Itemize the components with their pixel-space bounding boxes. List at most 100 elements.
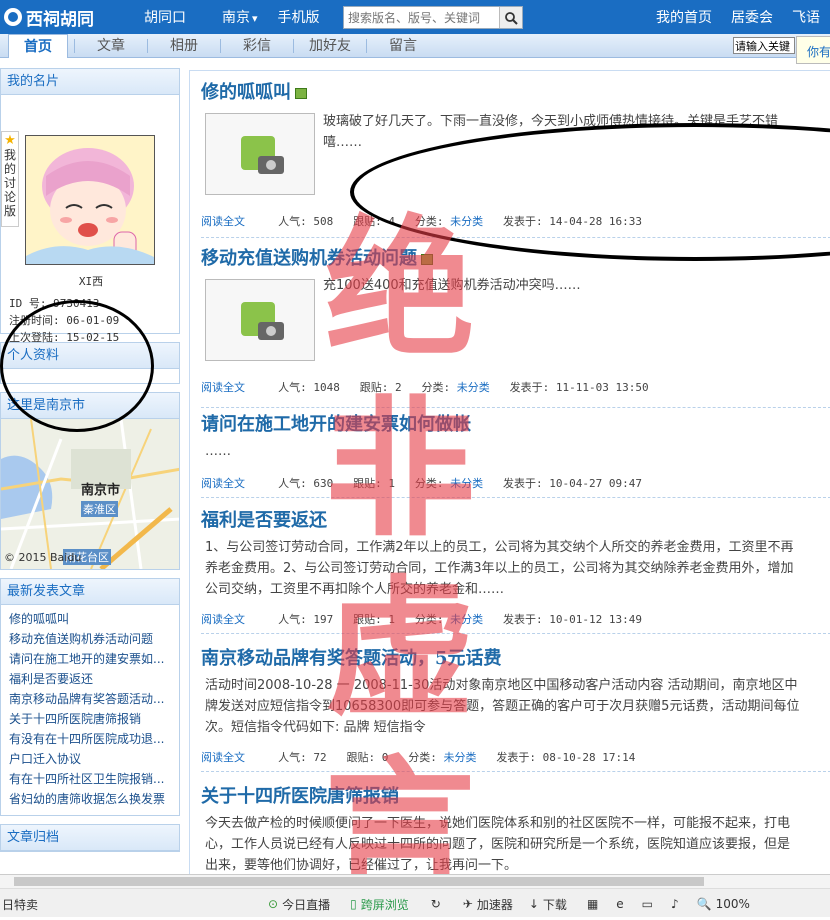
status-live[interactable]: 今日直播 (282, 896, 330, 913)
recent-post-link[interactable]: 关于十四所医院唐筛报销 (9, 709, 173, 729)
download-icon: ↓ (528, 897, 539, 911)
divider (201, 633, 830, 634)
recent-post-link[interactable]: 南京移动品牌有奖答题活动... (9, 689, 173, 709)
archive-section: 文章归档 (0, 824, 180, 852)
search-icon (505, 11, 518, 25)
status-download[interactable]: 下载 (543, 896, 567, 913)
status-promo[interactable]: 日特卖 (2, 896, 38, 913)
tab-mms[interactable]: 彩信 (227, 34, 287, 58)
city-map[interactable]: 南京市 秦淮区 雨花台区 © 2015 Baidu (1, 419, 179, 569)
camera-icon (258, 322, 284, 340)
username: XI西 (78, 275, 104, 288)
archive-title[interactable]: 文章归档 (1, 825, 179, 851)
read-more-link[interactable]: 阅读全文 (201, 751, 245, 764)
article-meta: 阅读全文 人气: 1048 跟贴: 2 分类: 未分类 发表于: 11-11-0… (201, 379, 649, 395)
views-count: 人气: 72 (278, 751, 327, 764)
refresh-icon[interactable]: ↻ (431, 897, 441, 911)
star-icon: ★ (4, 133, 16, 148)
recent-post-link[interactable]: 省妇幼的唐筛收据怎么换发票 (9, 789, 173, 809)
search-input[interactable] (344, 7, 499, 28)
tab-divider (147, 38, 148, 53)
article-title[interactable]: 关于十四所医院唐筛报销 (201, 783, 830, 811)
post-date: 发表于: 08-10-28 17:14 (496, 751, 636, 764)
excerpt-line: 次。短信指令代码如下: 品牌 短信指令 (205, 720, 426, 735)
tab-divider (220, 38, 221, 53)
article-thumbnail[interactable] (205, 113, 315, 195)
recent-post-link[interactable]: 请问在施工地开的建安票如... (9, 649, 173, 669)
notification-tooltip[interactable]: 你有 (796, 36, 830, 64)
category-link[interactable]: 未分类 (457, 381, 490, 394)
article-title[interactable]: 修的呱呱叫 (201, 79, 830, 107)
tab-search-input[interactable]: 请输入关键 (733, 37, 795, 54)
category-label: 分类: (414, 477, 444, 490)
read-more-link[interactable]: 阅读全文 (201, 477, 245, 490)
recent-post-link[interactable]: 福利是否要返还 (9, 669, 173, 689)
divider (201, 497, 830, 498)
recent-post-link[interactable]: 有在十四所社区卫生院报销... (9, 769, 173, 789)
window-icon[interactable]: ▭ (642, 897, 653, 911)
category-link[interactable]: 未分类 (444, 751, 477, 764)
article-title[interactable]: 请问在施工地开的建安票如何做帐 (201, 411, 830, 439)
tab-home[interactable]: 首页 (8, 33, 68, 58)
profile-card-title: 我的名片 (1, 69, 179, 95)
article-title-text: 移动充值送购机券活动问题 (201, 248, 417, 269)
live-icon: ⊙ (268, 897, 279, 911)
recent-post-link[interactable]: 户口迁入协议 (9, 749, 173, 769)
recent-posts-title: 最新发表文章 (1, 579, 179, 605)
post-date: 发表于: 11-11-03 13:50 (509, 381, 649, 394)
article-list: 修的呱呱叫 玻璃破了好几天了。下雨一直没修，今天到小成师傅热情接待。关键是手艺不… (189, 70, 830, 874)
site-logo[interactable]: 西祠胡同 (0, 0, 130, 34)
horizontal-scrollbar[interactable] (0, 875, 830, 889)
article-excerpt: 今天去做产检的时候顺便问了一下医生，说她们医院体系和别的社区医院不一样，可能报不… (205, 813, 790, 874)
link-messages[interactable]: 飞语 (792, 7, 820, 27)
avatar[interactable] (25, 135, 155, 265)
article-item: 福利是否要返还 1、与公司签订劳动合同，工作满2年以上的员工，公司将为其交纳个人… (190, 507, 830, 637)
read-more-link[interactable]: 阅读全文 (201, 381, 245, 394)
tab-articles[interactable]: 文章 (81, 34, 141, 58)
category-label: 分类: (421, 381, 451, 394)
article-thumbnail[interactable] (205, 279, 315, 361)
nav-city[interactable]: 南京 ▾ (222, 7, 258, 27)
my-boards-tab[interactable]: ★ 我的讨论版 (1, 131, 19, 227)
status-cross-screen[interactable]: 跨屏浏览 (361, 896, 409, 913)
replies-count: 跟贴: 1 (353, 613, 395, 626)
nav-hutongkou[interactable]: 胡同口 (144, 7, 186, 27)
sound-icon[interactable]: ♪ (671, 897, 679, 911)
read-more-link[interactable]: 阅读全文 (201, 215, 245, 228)
article-excerpt: 活动时间2008-10-28 一 2008-11-30活动对象南京地区中国移动客… (205, 675, 799, 738)
recent-post-link[interactable]: 移动充值送购机券活动问题 (9, 629, 173, 649)
ie-icon[interactable]: e (616, 897, 623, 911)
article-title-text: 福利是否要返还 (201, 510, 327, 531)
nav-mobile[interactable]: 手机版 (278, 7, 320, 27)
browser-status-bar: 日特卖 ⊙ 今日直播 ▯ 跨屏浏览 ↻ ✈ 加速器 ↓ 下载 ▦ e ▭ ♪ 🔍… (0, 874, 830, 917)
image-icon (421, 253, 433, 265)
tab-album[interactable]: 相册 (154, 34, 214, 58)
excerpt-line: …… (205, 444, 231, 459)
article-title-text: 修的呱呱叫 (201, 82, 291, 103)
grid-icon[interactable]: ▦ (587, 897, 598, 911)
views-count: 人气: 1048 (278, 381, 340, 394)
tab-add-friend[interactable]: 加好友 (300, 34, 360, 58)
avatar-illustration (26, 136, 154, 264)
category-label: 分类: (414, 613, 444, 626)
tab-guestbook[interactable]: 留言 (373, 34, 433, 58)
link-community[interactable]: 居委会 (731, 7, 773, 27)
link-my-home[interactable]: 我的首页 (656, 7, 712, 27)
recent-post-link[interactable]: 修的呱呱叫 (9, 609, 173, 629)
category-link[interactable]: 未分类 (450, 477, 483, 490)
recent-post-link[interactable]: 有没有在十四所医院成功退... (9, 729, 173, 749)
zoom-level[interactable]: 100% (716, 897, 750, 911)
search-button[interactable] (499, 7, 522, 28)
scrollbar-thumb[interactable] (14, 877, 704, 886)
excerpt-line: 牌发送对应短信指令到10658300即可参与答题，答题正确的客户可于次月获赠5元… (205, 699, 800, 714)
category-link[interactable]: 未分类 (450, 613, 483, 626)
article-title[interactable]: 南京移动品牌有奖答题活动，5元话费 (201, 645, 830, 673)
read-more-link[interactable]: 阅读全文 (201, 613, 245, 626)
status-accelerator[interactable]: 加速器 (477, 896, 513, 913)
excerpt-line: 心，工作人员说已经有人反映过十四所的问题了，医院和研究所是一个系统，医院知道应该… (205, 837, 791, 852)
excerpt-line: 公司交纳，工资里不再扣除个人所交的养老金和…… (205, 582, 505, 597)
article-item: 南京移动品牌有奖答题活动，5元话费 活动时间2008-10-28 一 2008-… (190, 645, 830, 779)
article-title[interactable]: 福利是否要返还 (201, 507, 830, 535)
article-excerpt: 充100送400和充值送购机券活动冲突吗…… (323, 275, 581, 296)
category-label: 分类: (408, 751, 437, 764)
